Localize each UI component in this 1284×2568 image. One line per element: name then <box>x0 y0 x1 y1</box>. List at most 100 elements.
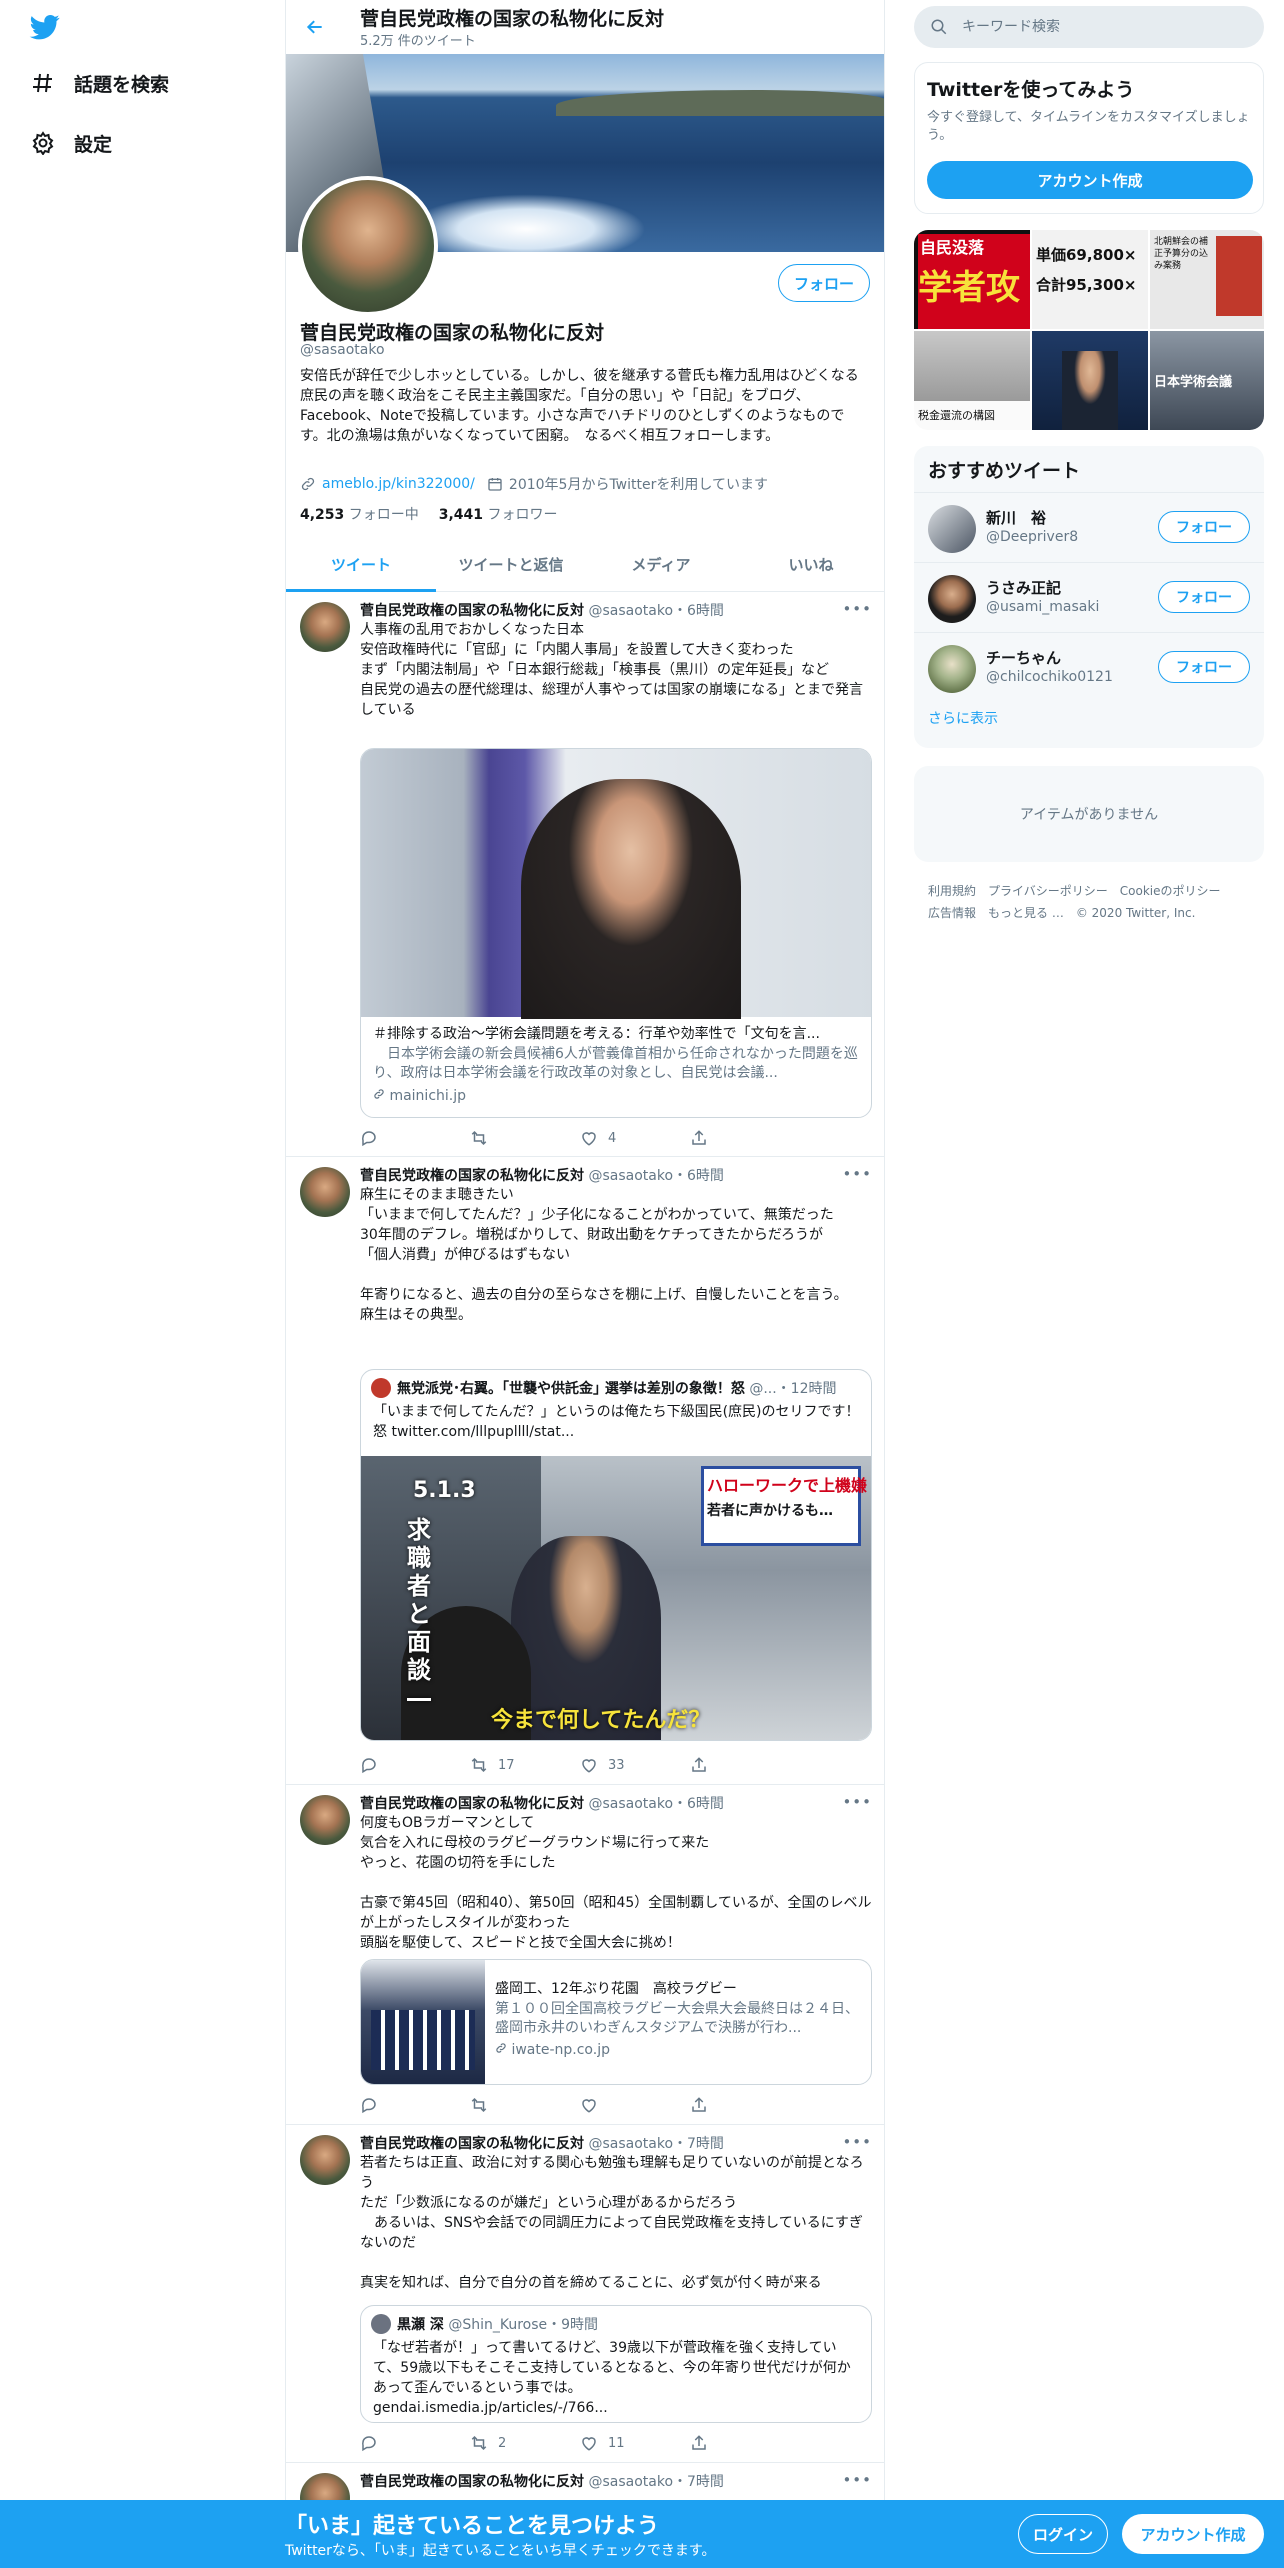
search-box[interactable] <box>914 6 1264 48</box>
footer-link[interactable]: Cookieのポリシー <box>1120 884 1221 898</box>
retweet-button[interactable]: 17 <box>470 1755 580 1775</box>
profile-stats: 4,253 フォロー中 3,441 フォロワー <box>300 504 578 524</box>
reply-button[interactable] <box>360 1128 470 1148</box>
more-options-icon[interactable]: ••• <box>842 1793 872 1811</box>
avatar[interactable] <box>928 645 976 693</box>
link-icon <box>374 1089 384 1099</box>
followers-stat[interactable]: 3,441 フォロワー <box>439 504 558 524</box>
recommended-account[interactable]: チーちゃん @chilcochiko0121 フォロー <box>914 632 1264 702</box>
heart-icon <box>582 2437 596 2451</box>
follow-button[interactable]: フォロー <box>1158 511 1250 543</box>
quoted-author-name: 黒瀬 深 <box>397 2317 444 2333</box>
avatar[interactable] <box>928 575 976 623</box>
more-options-icon[interactable]: ••• <box>842 600 872 618</box>
media-thumbnail[interactable]: 北朝鮮会の補正予算分の込み案務 <box>1150 230 1264 329</box>
footer-link[interactable]: プライバシーポリシー <box>988 884 1108 898</box>
card-image <box>361 1960 485 2084</box>
avatar[interactable] <box>928 505 976 553</box>
tab-likes[interactable]: いいね <box>736 538 884 591</box>
more-options-icon[interactable]: ••• <box>842 2133 872 2151</box>
retweet-icon <box>471 1757 487 1773</box>
tweet-avatar[interactable] <box>300 1795 350 1845</box>
media-thumbnail[interactable]: 自民没落 学者攻 <box>914 230 1030 329</box>
retweet-button[interactable] <box>470 1128 580 1148</box>
share-button[interactable] <box>690 1755 800 1775</box>
search-input[interactable] <box>962 19 1222 35</box>
profile-bio: 安倍氏が辞任で少しホッとしている。しかし、彼を継承する菅氏も権力乱用はひどくなる… <box>300 368 873 444</box>
quoted-author-name: 無党派党･右翼。｢世襲や供託金｣ 選挙は差別の象徴！怒 <box>397 1381 745 1397</box>
quoted-media-image[interactable]: ハローワークで上機嫌 若者に声かけるも… 5.1.3 求職者と面談― 今まで何し… <box>361 1456 871 1740</box>
tweet-avatar[interactable] <box>300 602 350 652</box>
media-thumbnail[interactable]: 単価69,800× 合計95,300× <box>1032 230 1148 329</box>
reply-button[interactable] <box>360 1755 470 1775</box>
more-options-icon[interactable]: ••• <box>842 2471 872 2489</box>
card-description: 日本学術会議の新会員候補6人が菅義偉首相から任命されなかった問題を巡り、政府は日… <box>373 1046 858 1081</box>
retweet-icon <box>471 2097 487 2113</box>
tab-tweets[interactable]: ツイート <box>286 538 436 592</box>
reply-button[interactable] <box>360 2095 470 2115</box>
media-thumbnail[interactable]: 税金還流の構図 <box>914 331 1030 430</box>
share-button[interactable] <box>690 2095 800 2115</box>
follow-button[interactable]: フォロー <box>778 264 870 302</box>
share-button[interactable] <box>690 2433 800 2453</box>
tweet-text: 人事権の乱用でおかしくなった日本 安倍政権時代に「官邸」に「内閣人事局」を設置し… <box>360 622 864 718</box>
main-column: 菅自民党政権の国家の私物化に反対 5.2万 件のツイート フォロー 菅自民党政権… <box>285 0 885 2568</box>
nav-settings[interactable]: 設定 <box>28 128 112 158</box>
follow-button[interactable]: フォロー <box>1158 581 1250 613</box>
following-stat[interactable]: 4,253 フォロー中 <box>300 504 419 524</box>
recommended-account[interactable]: うさみ正記 @usami_masaki フォロー <box>914 562 1264 632</box>
tweet-author-name[interactable]: 菅自民党政権の国家の私物化に反対 <box>360 1168 584 1184</box>
create-account-button[interactable]: アカウント作成 <box>927 161 1253 199</box>
signup-button[interactable]: アカウント作成 <box>1122 2514 1264 2554</box>
media-thumbnail[interactable]: 日本学術会議 <box>1150 331 1264 430</box>
nav-explore[interactable]: 話題を検索 <box>28 68 169 98</box>
media-grid: 自民没落 学者攻 単価69,800× 合計95,300× 北朝鮮会の補正予算分の… <box>914 230 1264 430</box>
profile-avatar[interactable] <box>298 176 438 316</box>
retweet-button[interactable] <box>470 2095 580 2115</box>
login-button[interactable]: ログイン <box>1018 2514 1108 2554</box>
tweet-author-name[interactable]: 菅自民党政権の国家の私物化に反対 <box>360 1796 584 1812</box>
footer-link[interactable]: 広告情報 <box>928 906 976 920</box>
quoted-tweet[interactable]: 黒瀬 深 @Shin_Kurose・9時間 「なぜ若者が！」って書いてるけど、3… <box>360 2305 872 2423</box>
tweet[interactable]: 菅自民党政権の国家の私物化に反対 @sasaotako・6時間 ••• 人事権の… <box>286 592 884 1157</box>
reply-button[interactable] <box>360 2433 470 2453</box>
tab-media[interactable]: メディア <box>586 538 736 591</box>
tweet-author-name[interactable]: 菅自民党政権の国家の私物化に反対 <box>360 2136 584 2152</box>
recommended-account[interactable]: 新川 裕 @Deepriver8 フォロー <box>914 492 1264 562</box>
like-button[interactable]: 4 <box>580 1128 690 1148</box>
tweet-avatar[interactable] <box>300 2135 350 2185</box>
media-thumbnail[interactable] <box>1032 331 1148 430</box>
back-arrow-icon[interactable] <box>300 12 330 42</box>
image-caption: ハローワークで上機嫌 <box>707 1476 868 1495</box>
heart-icon <box>582 1132 596 1146</box>
show-more-link[interactable]: さらに表示 <box>928 708 998 728</box>
tweet[interactable]: 菅自民党政権の国家の私物化に反対 @sasaotako・7時間 ••• 若者たち… <box>286 2125 884 2463</box>
like-button[interactable] <box>580 2095 690 2115</box>
twitter-logo-icon[interactable] <box>28 12 62 42</box>
share-button[interactable] <box>690 1128 800 1148</box>
signup-panel: Twitterを使ってみよう 今すぐ登録して、タイムラインをカスタマイズしましょ… <box>914 62 1264 214</box>
profile-link[interactable]: ameblo.jp/kin322000/ <box>322 476 475 492</box>
profile-joined: 2010年5月からTwitterを利用しています <box>508 477 768 493</box>
follow-button[interactable]: フォロー <box>1158 651 1250 683</box>
link-card[interactable]: 盛岡工、12年ぶり花園 高校ラグビー 第１００回全国高校ラグビー大会県大会最終日… <box>360 1959 872 2085</box>
footer-link[interactable]: もっと見る … <box>988 906 1064 920</box>
more-options-icon[interactable]: ••• <box>842 1165 872 1183</box>
tweet-text: 麻生にそのまま聴きたい 「いままで何してたんだ？」少子化になることがわかっていて… <box>360 1187 848 1323</box>
tweet[interactable]: 菅自民党政権の国家の私物化に反対 @sasaotako・6時間 ••• 何度もO… <box>286 1785 884 2125</box>
like-button[interactable]: 33 <box>580 1755 690 1775</box>
tweet[interactable]: 菅自民党政権の国家の私物化に反対 @sasaotako・6時間 ••• 麻生にそ… <box>286 1157 884 1785</box>
like-button[interactable]: 11 <box>580 2433 690 2453</box>
quoted-tweet[interactable]: 無党派党･右翼。｢世襲や供託金｣ 選挙は差別の象徴！怒 @...・12時間 「い… <box>360 1369 872 1741</box>
tweet-author-name[interactable]: 菅自民党政権の国家の私物化に反対 <box>360 603 584 619</box>
footer-link[interactable]: 利用規約 <box>928 884 976 898</box>
tab-tweets-and-replies[interactable]: ツイートと返信 <box>436 538 586 591</box>
tweet-author-name[interactable]: 菅自民党政権の国家の私物化に反対 <box>360 2474 584 2490</box>
profile-name: 菅自民党政権の国家の私物化に反対 <box>300 322 605 344</box>
image-caption: 今まで何してたんだ？ <box>491 1708 711 1733</box>
retweet-button[interactable]: 2 <box>470 2433 580 2453</box>
link-card[interactable]: ＃排除する政治～学術会議問題を考える：行革や効率性で「文句を言... 日本学術会… <box>360 748 872 1118</box>
tweet-avatar[interactable] <box>300 1167 350 1217</box>
reply-icon <box>362 1758 376 1774</box>
quoted-meta: @Shin_Kurose・9時間 <box>443 2317 599 2333</box>
